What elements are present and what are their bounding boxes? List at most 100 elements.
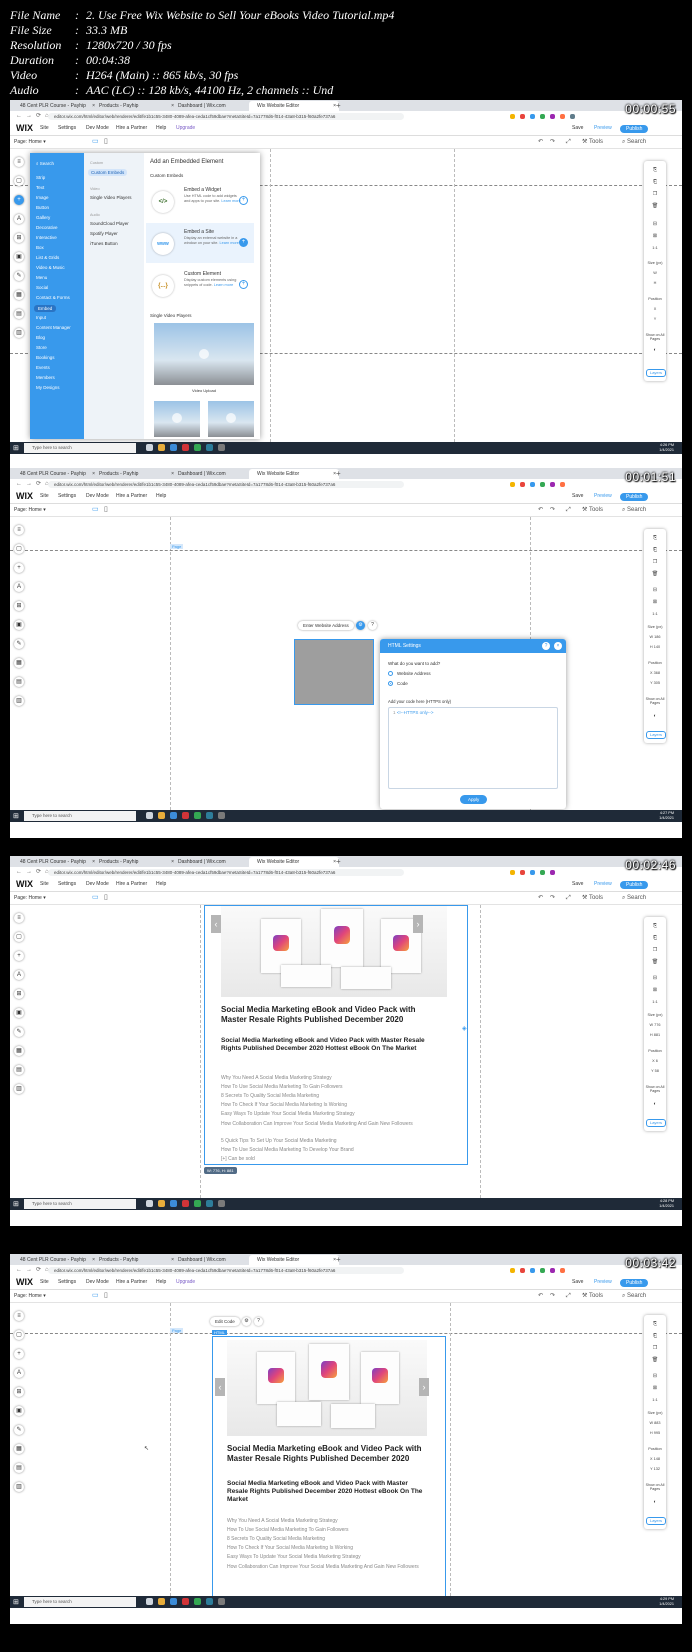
category-item[interactable]: Button [36,205,49,210]
media-icon[interactable]: ▣ [14,1406,24,1416]
new-tab-icon[interactable]: + [336,100,341,111]
paste-icon[interactable]: ⎗ [644,935,666,941]
search-button[interactable]: ⌕ Search [622,504,646,516]
category-item[interactable]: Menu [36,275,47,280]
page-selector[interactable]: Page: Home ▾ [14,504,46,516]
task-view-icon[interactable] [146,1200,153,1207]
extension-icon[interactable] [550,482,555,487]
zoom-icon[interactable]: ⤢ [566,892,571,904]
tab[interactable]: Products - Payhip × [91,469,177,479]
tab[interactable]: Products - Payhip × [91,857,177,867]
task-view-icon[interactable] [146,812,153,819]
add-icon[interactable]: + [239,280,248,289]
search-button[interactable]: ⌕ Search [622,1290,646,1302]
preview-button[interactable]: Preview [594,490,612,503]
tab-active[interactable]: Wix Website Editor × [249,1255,339,1265]
layers-button[interactable]: Layers [646,369,666,377]
tools-button[interactable]: ⚒ Tools [582,892,603,904]
tab[interactable]: 48 Cent PLR Course - Payhip × [12,1255,98,1265]
page-selector[interactable]: Page: Home ▾ [14,136,46,148]
chrome-icon[interactable] [194,1200,201,1207]
mobile-icon[interactable]: ▯ [104,893,108,903]
app-icon[interactable] [218,1200,225,1207]
tab[interactable]: Dashboard | Wix.com× [170,469,256,479]
paste-icon[interactable]: ⎗ [644,1333,666,1339]
y-field[interactable]: Y 305 [644,681,666,685]
embed-site-card[interactable]: www Embed a Site Display an external web… [146,223,254,263]
menu-dev-mode[interactable]: Dev Mode [86,878,109,891]
distribute-icon[interactable]: ⊠ [644,599,666,605]
menu-settings[interactable]: Settings [58,490,76,503]
explorer-icon[interactable] [158,812,165,819]
windows-start-icon[interactable]: ⊞ [13,812,19,820]
extension-icon[interactable] [540,482,545,487]
search-button[interactable]: ⌕ Search [622,136,646,148]
add-icon[interactable]: + [14,563,24,573]
taskbar-search-input[interactable]: Type here to search [24,1199,136,1209]
windows-start-icon[interactable]: ⊞ [13,1598,19,1606]
menu-dev-mode[interactable]: Dev Mode [86,1276,109,1289]
extension-icon[interactable] [540,1268,545,1273]
learn-more-link[interactable]: Learn more [214,283,233,287]
extension-icon[interactable] [510,114,515,119]
app-icon[interactable] [206,1598,213,1605]
app-icon[interactable] [182,1200,189,1207]
tab[interactable]: 48 Cent PLR Course - Payhip × [12,469,98,479]
menus-icon[interactable]: ≡ [14,157,24,167]
height-field[interactable]: H 140 [644,645,666,649]
app-icon[interactable] [206,812,213,819]
category-item[interactable]: Content Manager [36,325,71,330]
media-icon[interactable]: ▣ [14,620,24,630]
media-icon[interactable]: ▣ [14,1008,24,1018]
desktop-icon[interactable]: ▭ [92,137,99,147]
menu-hire-partner[interactable]: Hire a Partner [116,122,147,135]
blog-icon[interactable]: ▤ [14,309,24,319]
learn-more-link[interactable]: Learn more [221,199,240,203]
copy-icon[interactable]: ⎘ [644,923,666,929]
media-icon[interactable]: ▣ [14,252,24,262]
extension-icon[interactable] [530,114,535,119]
app-icon[interactable] [182,444,189,451]
menu-settings[interactable]: Settings [58,1276,76,1289]
category-item[interactable]: List & Grids [36,255,59,260]
save-button[interactable]: Save [572,122,583,135]
video-thumbnail[interactable] [154,401,200,437]
url-input[interactable]: editor.wix.com/html/editor/web/renderer/… [48,1267,404,1274]
url-input[interactable]: editor.wix.com/html/editor/web/renderer/… [48,869,404,876]
apps-icon[interactable]: ⊞ [14,989,24,999]
preview-button[interactable]: Preview [594,878,612,891]
close-icon[interactable]: × [554,642,562,650]
tab[interactable]: Dashboard | Wix.com× [170,1255,256,1265]
extension-icon[interactable] [530,870,535,875]
category-item[interactable]: My Designs [36,385,60,390]
align-icon[interactable]: ⊟ [644,975,666,981]
mobile-icon[interactable]: ▯ [104,137,108,147]
desktop-icon[interactable]: ▭ [92,1291,99,1301]
pen-icon[interactable]: ✎ [14,271,24,281]
background-icon[interactable]: ▢ [14,544,24,554]
apply-button[interactable]: Apply [460,795,488,804]
extension-icon[interactable] [520,1268,525,1273]
embed-widget-card[interactable]: </> Embed a Widget Use HTML code to add … [146,181,254,221]
duplicate-icon[interactable]: ❐ [644,191,666,197]
blog-icon[interactable]: ▤ [14,1065,24,1075]
y-field[interactable]: Y 58 [644,1069,666,1073]
store-icon[interactable]: ▥ [14,1084,24,1094]
pen-icon[interactable]: ✎ [14,1425,24,1435]
blog-icon[interactable]: ▤ [14,677,24,687]
code-textarea[interactable]: 1 <!--HTTPS only--> [388,707,558,789]
save-button[interactable]: Save [572,490,583,503]
video-thumbnail[interactable] [208,401,254,437]
tools-button[interactable]: ⚒ Tools [582,1290,603,1302]
store-icon[interactable]: ▥ [14,1482,24,1492]
menu-site[interactable]: Site [40,490,49,503]
tools-button[interactable]: ⚒ Tools [582,136,603,148]
chrome-icon[interactable] [194,812,201,819]
delete-icon[interactable]: 🗑 [644,571,666,577]
publish-button[interactable]: Publish [620,125,649,133]
menu-help[interactable]: Help [156,1276,166,1289]
distribute-icon[interactable]: ⊠ [644,1385,666,1391]
redo-icon[interactable]: ↷ [550,504,555,516]
html-embed-placeholder[interactable] [294,639,374,705]
edit-code-button[interactable]: Edit Code [210,1317,240,1326]
